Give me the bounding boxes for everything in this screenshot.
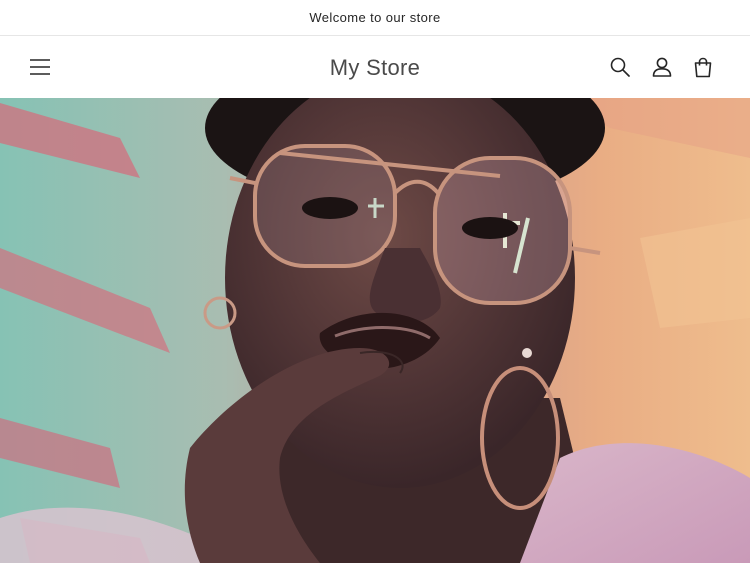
account-icon <box>652 57 672 77</box>
search-button[interactable] <box>606 53 634 81</box>
hero-banner <box>0 98 750 563</box>
account-button[interactable] <box>648 53 676 81</box>
cart-icon <box>694 57 712 77</box>
announcement-bar: Welcome to our store <box>0 0 750 36</box>
search-icon <box>610 57 630 77</box>
store-logo[interactable]: My Store <box>330 55 420 81</box>
store-logo-wrapper: My Store <box>0 37 750 98</box>
site-header: My Store <box>0 37 750 98</box>
hero-image <box>0 98 750 563</box>
cart-button[interactable] <box>689 53 717 81</box>
menu-button[interactable] <box>26 53 54 81</box>
hamburger-menu-icon <box>30 59 50 75</box>
announcement-text: Welcome to our store <box>309 10 441 25</box>
